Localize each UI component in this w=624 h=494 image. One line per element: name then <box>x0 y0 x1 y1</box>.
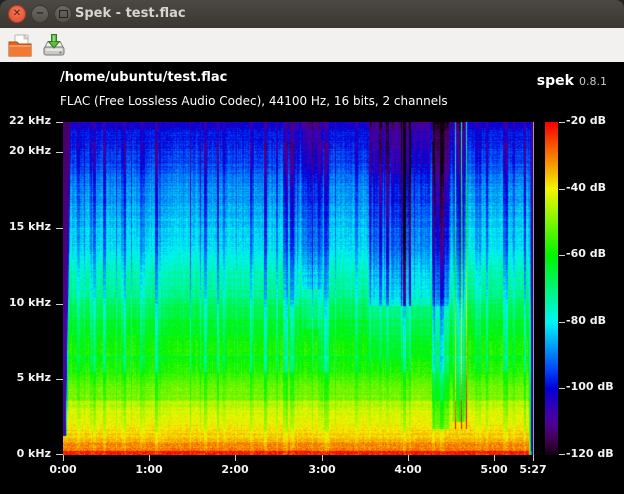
toolbar <box>0 28 624 62</box>
time-tick <box>533 455 534 461</box>
db-tick <box>559 122 565 123</box>
close-button[interactable]: ✕ <box>8 5 26 23</box>
time-tick-label: 4:00 <box>386 463 430 476</box>
db-tick-label: -60 dB <box>566 247 606 260</box>
freq-tick-label: 20 kHz <box>0 144 51 157</box>
save-drive-icon <box>41 33 67 59</box>
file-path: /home/ubuntu/test.flac <box>60 70 227 85</box>
db-tick-label: -20 dB <box>566 114 606 127</box>
db-tick-label: -80 dB <box>566 314 606 327</box>
spectrogram-plot <box>63 122 534 455</box>
time-tick-label: 1:00 <box>127 463 171 476</box>
time-tick <box>149 455 150 461</box>
app-version: 0.8.1 <box>579 75 607 88</box>
db-tick <box>559 255 565 256</box>
minimize-icon: − <box>36 9 44 19</box>
app-window: ✕ − Spek - test.flac <box>0 0 624 494</box>
db-tick <box>559 388 565 389</box>
minimize-button[interactable]: − <box>31 5 49 23</box>
time-tick-label: 5:00 <box>472 463 516 476</box>
db-tick <box>559 454 565 455</box>
freq-tick-label: 0 kHz <box>0 447 51 460</box>
time-tick <box>63 455 64 461</box>
time-tick-label: 5:27 <box>511 463 555 476</box>
time-tick-label: 2:00 <box>213 463 257 476</box>
db-tick <box>559 322 565 323</box>
app-name: spek <box>537 73 574 89</box>
maximize-icon <box>59 10 68 18</box>
freq-tick <box>56 379 63 380</box>
freq-tick-label: 22 kHz <box>0 114 51 127</box>
save-button[interactable] <box>39 31 69 61</box>
time-tick <box>322 455 323 461</box>
freq-tick <box>56 304 63 305</box>
freq-tick-label: 10 kHz <box>0 296 51 309</box>
db-tick-label: -120 dB <box>566 447 614 460</box>
app-brand: spek 0.8.1 <box>537 70 607 89</box>
time-tick-label: 3:00 <box>300 463 344 476</box>
time-tick-label: 0:00 <box>41 463 85 476</box>
spectrogram-panel: /home/ubuntu/test.flac spek 0.8.1 FLAC (… <box>0 62 624 494</box>
spectrogram-canvas <box>63 122 533 455</box>
freq-tick <box>56 122 63 123</box>
freq-tick <box>56 228 63 229</box>
freq-tick <box>56 152 63 153</box>
file-info: FLAC (Free Lossless Audio Codec), 44100 … <box>60 94 448 108</box>
close-icon: ✕ <box>13 9 21 19</box>
maximize-button[interactable] <box>54 5 72 23</box>
db-tick-label: -40 dB <box>566 181 606 194</box>
db-colorbar <box>545 122 558 455</box>
time-tick <box>235 455 236 461</box>
freq-tick-label: 5 kHz <box>0 371 51 384</box>
time-tick <box>408 455 409 461</box>
open-file-button[interactable] <box>5 31 35 61</box>
folder-open-icon <box>7 33 33 59</box>
db-tick-label: -100 dB <box>566 380 614 393</box>
titlebar[interactable]: ✕ − Spek - test.flac <box>0 0 624 29</box>
freq-tick <box>56 454 63 455</box>
freq-tick-label: 15 kHz <box>0 220 51 233</box>
time-tick <box>494 455 495 461</box>
db-tick <box>559 189 565 190</box>
window-title: Spek - test.flac <box>75 0 186 28</box>
